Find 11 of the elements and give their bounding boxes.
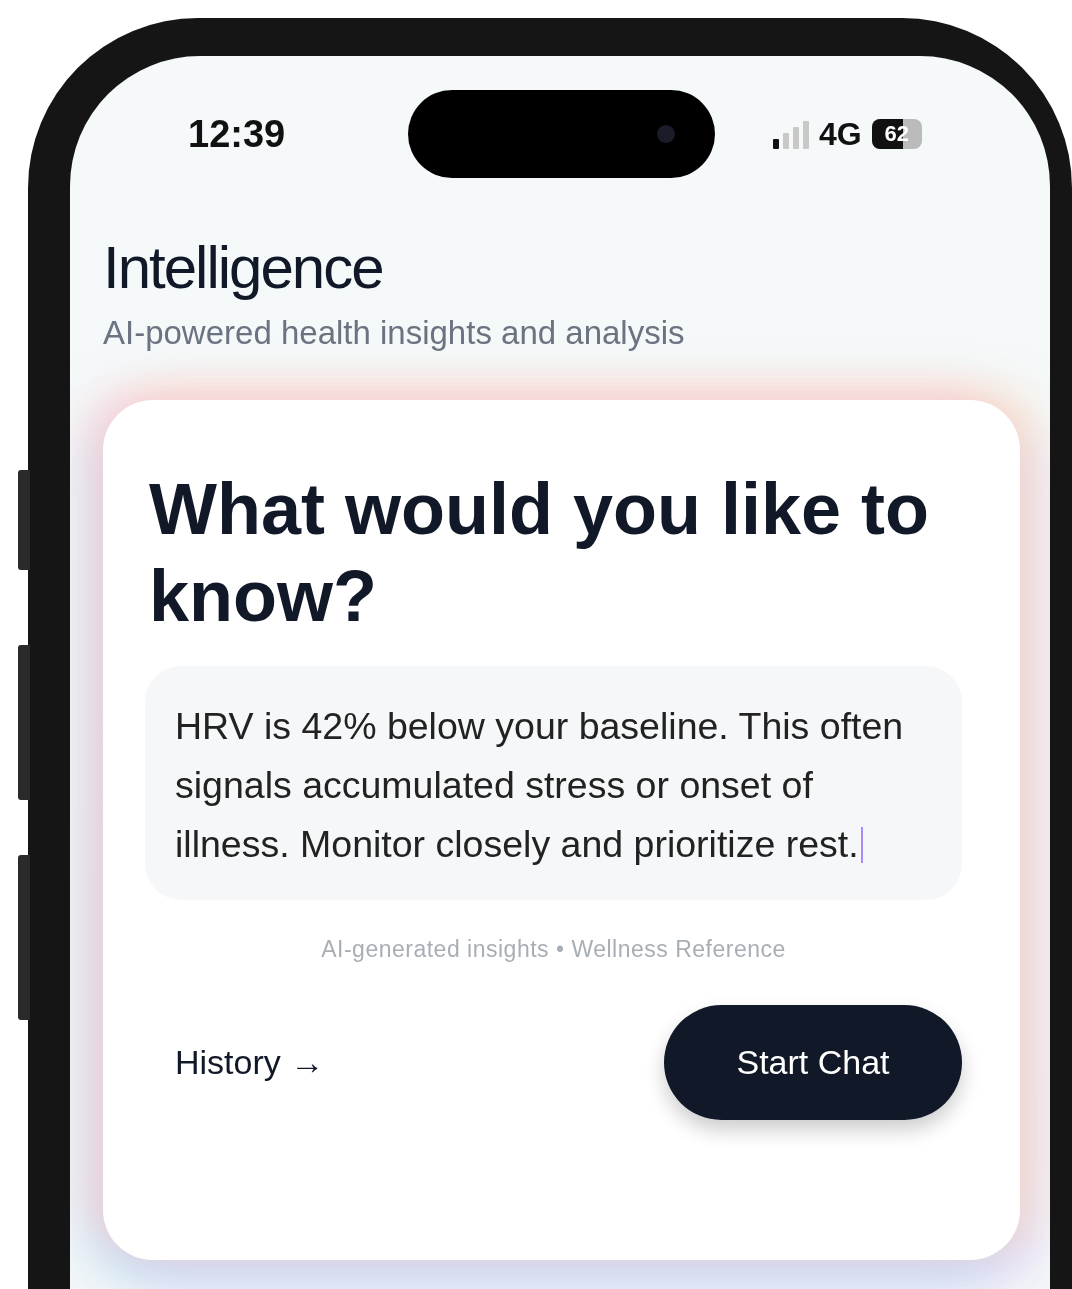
- network-label: 4G: [819, 115, 862, 153]
- status-time: 12:39: [188, 112, 287, 156]
- page-subtitle: AI-powered health insights and analysis: [103, 313, 686, 353]
- text-cursor-icon: [860, 827, 863, 863]
- page-title: Intelligence: [103, 233, 384, 303]
- start-chat-button[interactable]: Start Chat: [664, 1005, 962, 1120]
- insight-text: HRV is 42% below your baseline. This often signals accumulated stress or onset of illness. Monitor closely and prioritize rest.: [145, 666, 962, 900]
- footnote: AI-generated insights • Wellness Reference: [320, 936, 787, 963]
- history-link[interactable]: History →: [175, 1043, 325, 1082]
- card-heading: What would you like to know?: [148, 468, 930, 638]
- signal-icon: [773, 119, 809, 149]
